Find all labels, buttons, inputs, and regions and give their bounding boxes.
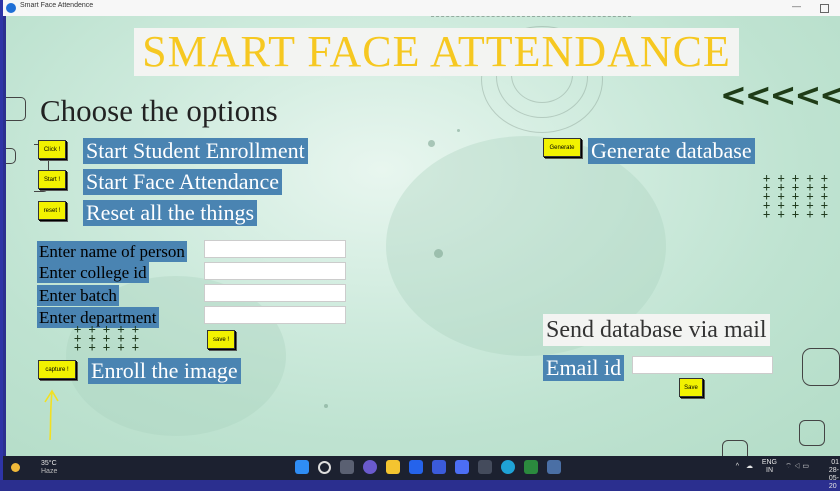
main-canvas: SMART FACE ATTENDANCE <<<<< Choose the o… bbox=[6, 16, 840, 456]
maximize-icon[interactable] bbox=[820, 4, 829, 13]
clock-time[interactable]: 01 bbox=[831, 459, 839, 467]
cloud-icon: ☁ bbox=[746, 463, 753, 470]
clock-date: 28-05-20 bbox=[828, 467, 839, 490]
decor-dot bbox=[324, 404, 328, 408]
decor-square bbox=[802, 348, 840, 386]
pycharm-icon[interactable] bbox=[524, 460, 538, 474]
search-icon[interactable] bbox=[318, 461, 331, 474]
decor-square bbox=[6, 148, 16, 164]
decor-dot bbox=[457, 129, 460, 132]
task-view-icon[interactable] bbox=[340, 460, 354, 474]
taskbar-apps bbox=[295, 460, 561, 474]
taskbar: 35°C Haze ^ ☁ ENG IN ⌔◁▭ 01 28-05-20 bbox=[3, 456, 840, 490]
send-mail-button[interactable]: Save bbox=[679, 378, 703, 397]
minimize-icon[interactable]: — bbox=[792, 1, 801, 11]
edge-icon[interactable] bbox=[501, 460, 515, 474]
chevron-left-icon: <<<<< bbox=[720, 76, 840, 114]
app-window: Smart Face Attendence — SMART FACE ATTEN… bbox=[0, 0, 840, 490]
reset-label: Reset all the things bbox=[83, 200, 258, 226]
start-enrollment-button[interactable]: Click ! bbox=[38, 140, 66, 159]
page-title: SMART FACE ATTENDANCE bbox=[134, 28, 739, 76]
moon-icon bbox=[11, 463, 20, 472]
window-title: Smart Face Attendence bbox=[20, 2, 94, 9]
decor-plus-grid: + + + + + + + + + + + + + + + + + + + + … bbox=[763, 171, 829, 221]
email-label: Email id bbox=[543, 355, 625, 381]
batch-input[interactable] bbox=[204, 284, 346, 302]
file-explorer-icon[interactable] bbox=[386, 460, 400, 474]
decor-square bbox=[799, 420, 825, 446]
arrow-up-icon bbox=[44, 389, 59, 441]
decor-plus-small: + + + + + + + + + + + + + + + bbox=[74, 322, 140, 354]
mail-heading: Send database via mail bbox=[543, 314, 770, 346]
save-form-button[interactable]: save ! bbox=[207, 330, 235, 349]
start-attendance-button[interactable]: Start ! bbox=[38, 170, 66, 189]
chat-icon[interactable] bbox=[363, 460, 377, 474]
decor-lines bbox=[431, 16, 631, 25]
generate-database-label: Generate database bbox=[588, 138, 755, 164]
chevron-up-icon[interactable]: ^ bbox=[736, 463, 739, 471]
language-bottom: IN bbox=[766, 467, 773, 474]
email-input[interactable] bbox=[632, 356, 773, 374]
enroll-image-label: Enroll the image bbox=[88, 358, 241, 384]
terminal-icon[interactable] bbox=[478, 460, 492, 474]
reset-button[interactable]: reset ! bbox=[38, 201, 66, 220]
batch-label: Enter batch bbox=[37, 285, 119, 306]
decor-square bbox=[722, 440, 748, 456]
temperature: 35°C bbox=[41, 460, 57, 467]
department-input[interactable] bbox=[204, 306, 346, 324]
decor-square bbox=[6, 97, 26, 121]
college-id-label: Enter college id bbox=[37, 262, 149, 283]
app-icon-python[interactable] bbox=[455, 460, 469, 474]
language-top[interactable]: ENG bbox=[762, 459, 777, 467]
app-window-icon[interactable] bbox=[547, 460, 561, 474]
title-bar: Smart Face Attendence — bbox=[3, 0, 840, 16]
weather-desc: Haze bbox=[41, 468, 58, 475]
decor-dot bbox=[434, 249, 443, 258]
name-input[interactable] bbox=[204, 240, 346, 258]
start-enrollment-label: Start Student Enrollment bbox=[83, 138, 308, 164]
options-heading: Choose the options bbox=[40, 93, 278, 128]
generate-database-button[interactable]: Generate bbox=[543, 138, 581, 157]
start-attendance-label: Start Face Attendance bbox=[83, 169, 283, 195]
windows-start-icon[interactable] bbox=[295, 460, 309, 474]
wifi-volume-battery-icon[interactable]: ⌔◁▭ bbox=[785, 463, 811, 471]
app-icon bbox=[6, 3, 16, 13]
decor-dot bbox=[428, 140, 435, 147]
college-id-input[interactable] bbox=[204, 262, 346, 280]
store-icon[interactable] bbox=[409, 460, 423, 474]
capture-button[interactable]: capture ! bbox=[38, 360, 76, 379]
name-label: Enter name of person bbox=[37, 241, 187, 262]
calendar-icon[interactable] bbox=[432, 460, 446, 474]
